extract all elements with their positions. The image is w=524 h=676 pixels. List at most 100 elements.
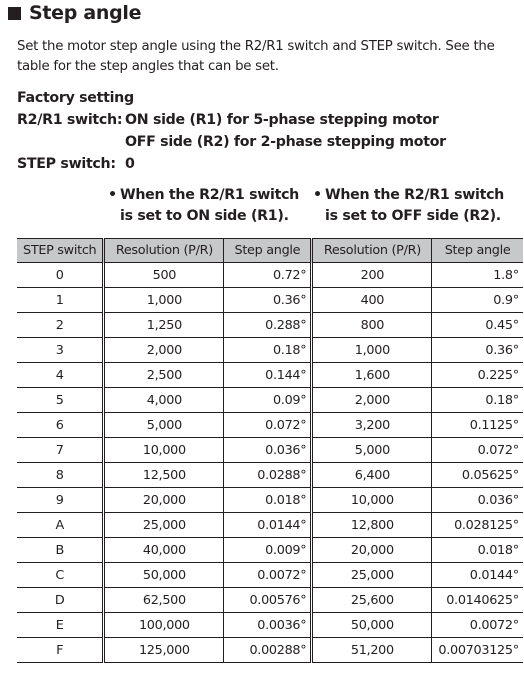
factory-setting-step: STEP switch: 0	[17, 153, 135, 175]
cell-step-switch: E	[17, 612, 106, 638]
table-row: 5 4,000 0.09° 2,000 0.18°	[17, 387, 523, 413]
cell-step-switch: 1	[17, 287, 106, 313]
table-header-row: STEP switch Resolution (P/R) Step angle …	[17, 238, 523, 263]
cell-step-angle-r1: 0.0144°	[223, 512, 314, 538]
intro-paragraph: Set the motor step angle using the R2/R1…	[17, 39, 495, 74]
cell-step-angle-r1: 0.18°	[223, 337, 314, 363]
cell-step-switch: 8	[17, 462, 106, 488]
cell-resolution-r1: 4,000	[103, 387, 225, 413]
cell-step-switch: 5	[17, 387, 106, 413]
cell-resolution-r1: 50,000	[103, 562, 225, 588]
header-resolution-r1: Resolution (P/R)	[103, 238, 225, 263]
cell-resolution-r2: 10,000	[311, 487, 433, 513]
table-row: 1 1,000 0.36° 400 0.9°	[17, 287, 523, 313]
cell-resolution-r2: 12,800	[311, 512, 433, 538]
cell-resolution-r2: 800	[311, 312, 433, 338]
cell-step-angle-r2: 0.225°	[431, 362, 523, 388]
table-row: E 100,000 0.0036° 50,000 0.0072°	[17, 612, 523, 638]
header-step-angle-r2: Step angle	[431, 238, 523, 263]
cell-step-angle-r2: 0.18°	[431, 387, 523, 413]
factory-setting-heading: Factory setting	[17, 90, 134, 106]
table-row: 2 1,250 0.288° 800 0.45°	[17, 312, 523, 338]
cell-step-angle-r1: 0.00288°	[223, 637, 314, 663]
cell-step-angle-r1: 0.72°	[223, 262, 314, 288]
cell-step-angle-r2: 0.036°	[431, 487, 523, 513]
cell-step-switch: C	[17, 562, 106, 588]
cell-step-angle-r2: 0.9°	[431, 287, 523, 313]
section-title: Step angle	[8, 2, 142, 24]
cell-step-angle-r1: 0.144°	[223, 362, 314, 388]
note-line: When the R2/R1 switch	[325, 187, 504, 203]
cell-step-switch: 6	[17, 412, 106, 438]
cell-step-angle-r2: 0.072°	[431, 437, 523, 463]
cell-resolution-r1: 12,500	[103, 462, 225, 488]
cell-resolution-r2: 5,000	[311, 437, 433, 463]
cell-step-angle-r2: 1.8°	[431, 262, 523, 288]
cell-step-angle-r2: 0.45°	[431, 312, 523, 338]
table-row: 9 20,000 0.018° 10,000 0.036°	[17, 487, 523, 513]
table-row: 4 2,500 0.144° 1,600 0.225°	[17, 362, 523, 388]
cell-step-angle-r2: 0.00703125°	[431, 637, 523, 663]
cell-resolution-r1: 25,000	[103, 512, 225, 538]
cell-step-switch: 7	[17, 437, 106, 463]
table-row: 8 12,500 0.0288° 6,400 0.05625°	[17, 462, 523, 488]
cell-step-angle-r1: 0.0036°	[223, 612, 314, 638]
cell-step-angle-r1: 0.288°	[223, 312, 314, 338]
cell-resolution-r2: 200	[311, 262, 433, 288]
cell-step-angle-r2: 0.0144°	[431, 562, 523, 588]
cell-step-angle-r1: 0.36°	[223, 287, 314, 313]
cell-step-angle-r1: 0.009°	[223, 537, 314, 563]
cell-resolution-r2: 25,600	[311, 587, 433, 613]
table-row: 7 10,000 0.036° 5,000 0.072°	[17, 437, 523, 463]
cell-step-angle-r1: 0.0288°	[223, 462, 314, 488]
cell-step-switch: 3	[17, 337, 106, 363]
square-bullet-icon	[8, 7, 21, 20]
table-row: 0 500 0.72° 200 1.8°	[17, 262, 523, 288]
cell-resolution-r1: 20,000	[103, 487, 225, 513]
cell-step-angle-r1: 0.00576°	[223, 587, 314, 613]
cell-resolution-r1: 500	[103, 262, 225, 288]
table-row: F 125,000 0.00288° 51,200 0.00703125°	[17, 637, 523, 663]
table-row: 6 5,000 0.072° 3,200 0.1125°	[17, 412, 523, 438]
cell-step-switch: F	[17, 637, 106, 663]
cell-resolution-r2: 50,000	[311, 612, 433, 638]
cell-resolution-r1: 5,000	[103, 412, 225, 438]
cell-step-switch: 0	[17, 262, 106, 288]
note-line: is set to ON side (R1).	[120, 208, 289, 224]
cell-resolution-r1: 125,000	[103, 637, 225, 663]
table-row: C 50,000 0.0072° 25,000 0.0144°	[17, 562, 523, 588]
table-row: 3 2,000 0.18° 1,000 0.36°	[17, 337, 523, 363]
cell-resolution-r2: 400	[311, 287, 433, 313]
cell-step-angle-r1: 0.036°	[223, 437, 314, 463]
step-value: 0	[125, 156, 135, 172]
step-angle-table: STEP switch Resolution (P/R) Step angle …	[17, 238, 523, 663]
cell-resolution-r2: 51,200	[311, 637, 433, 663]
cell-resolution-r1: 40,000	[103, 537, 225, 563]
cell-step-angle-r2: 0.36°	[431, 337, 523, 363]
cell-resolution-r1: 10,000	[103, 437, 225, 463]
cell-resolution-r2: 3,200	[311, 412, 433, 438]
step-label: STEP switch:	[17, 156, 116, 172]
cell-step-switch: 4	[17, 362, 106, 388]
table-row: B 40,000 0.009° 20,000 0.018°	[17, 537, 523, 563]
note-on-side: • When the R2/R1 switch is set to ON side…	[108, 185, 299, 227]
cell-step-angle-r2: 0.1125°	[431, 412, 523, 438]
header-step-angle-r1: Step angle	[223, 238, 314, 263]
cell-step-angle-r1: 0.0072°	[223, 562, 314, 588]
cell-resolution-r1: 1,250	[103, 312, 225, 338]
cell-resolution-r1: 1,000	[103, 287, 225, 313]
r2r1-value-off: OFF side (R2) for 2-phase stepping motor	[125, 134, 446, 150]
cell-step-angle-r2: 0.05625°	[431, 462, 523, 488]
cell-step-angle-r1: 0.09°	[223, 387, 314, 413]
cell-step-angle-r2: 0.0072°	[431, 612, 523, 638]
cell-step-switch: 9	[17, 487, 106, 513]
header-resolution-r2: Resolution (P/R)	[311, 238, 433, 263]
cell-resolution-r2: 1,600	[311, 362, 433, 388]
cell-resolution-r2: 6,400	[311, 462, 433, 488]
cell-step-angle-r1: 0.018°	[223, 487, 314, 513]
cell-resolution-r1: 62,500	[103, 587, 225, 613]
cell-step-angle-r2: 0.018°	[431, 537, 523, 563]
cell-resolution-r1: 2,000	[103, 337, 225, 363]
cell-step-angle-r1: 0.072°	[223, 412, 314, 438]
cell-step-switch: 2	[17, 312, 106, 338]
